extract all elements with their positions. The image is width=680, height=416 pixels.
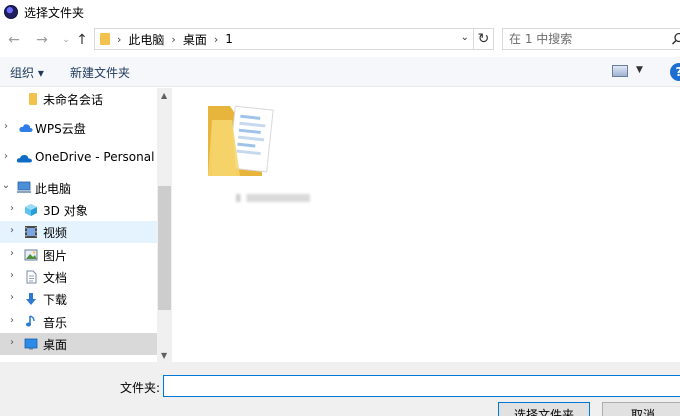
breadcrumb-folder-1[interactable]: 1 — [225, 32, 233, 46]
scroll-down-arrow-icon[interactable]: ▼ — [161, 351, 167, 360]
nav-item-unnamed-session[interactable]: 未命名会话 — [0, 88, 157, 110]
help-icon[interactable]: ? — [670, 63, 680, 81]
nav-item-label: OneDrive - Personal — [35, 150, 155, 164]
desktop-icon — [24, 338, 38, 350]
nav-item-label: 此电脑 — [35, 182, 72, 196]
address-row: ← → ⌄ ↑ › 此电脑 › 桌面 › 1 ⌄ ↻ — [0, 26, 680, 54]
onedrive-icon — [16, 154, 32, 163]
address-bar[interactable]: › 此电脑 › 桌面 › 1 ⌄ — [94, 28, 474, 50]
nav-item-music[interactable]: › 音乐 — [0, 311, 157, 333]
chevron-right-icon[interactable]: › — [7, 315, 17, 326]
nav-item-onedrive[interactable]: › OneDrive - Personal — [0, 147, 157, 169]
nav-item-label: 视频 — [43, 226, 68, 240]
forward-arrow-icon[interactable]: → — [32, 30, 52, 50]
folder-with-documents-icon — [208, 105, 274, 176]
nav-item-this-pc[interactable]: ⌄ 此电脑 — [0, 177, 157, 199]
chevron-right-icon[interactable]: › — [7, 248, 17, 259]
nav-item-documents[interactable]: › 文档 — [0, 266, 157, 288]
view-options-dropdown-icon[interactable]: ▼ — [636, 65, 643, 75]
nav-item-pictures[interactable]: › 图片 — [0, 244, 157, 266]
command-toolbar: 组织 ▾ 新建文件夹 ▼ ? — [0, 57, 680, 87]
download-icon — [26, 293, 36, 305]
search-icon[interactable] — [671, 32, 680, 46]
nav-scrollbar-thumb[interactable] — [158, 186, 171, 310]
chevron-right-icon[interactable]: › — [7, 292, 17, 303]
nav-item-label: 图片 — [43, 249, 68, 263]
dialog-footer: 文件夹: 选择文件夹 取消 — [0, 362, 680, 416]
view-options-icon[interactable] — [612, 65, 628, 77]
navigation-pane[interactable]: 未命名会话 › WPS云盘 › OneDrive - Personal ⌄ 此电… — [0, 88, 172, 362]
cube-icon — [25, 204, 37, 216]
chevron-down-icon[interactable]: ⌄ — [1, 180, 11, 191]
chevron-right-icon[interactable]: › — [7, 270, 17, 281]
window-title: 选择文件夹 — [24, 5, 85, 20]
nav-item-label: 文档 — [43, 271, 68, 285]
document-icon — [26, 270, 37, 284]
chevron-right-icon[interactable]: › — [214, 33, 218, 46]
folder-icon — [100, 33, 110, 45]
folder-icon — [29, 93, 37, 105]
chevron-right-icon[interactable]: › — [117, 33, 121, 46]
search-box[interactable] — [502, 28, 680, 50]
folder-item[interactable] — [202, 98, 310, 202]
folder-contents[interactable] — [172, 88, 680, 362]
nav-item-label: 未命名会话 — [43, 93, 104, 107]
nav-item-label: 下载 — [43, 293, 68, 307]
refresh-icon[interactable]: ↻ — [474, 28, 494, 50]
nav-item-wps-cloud[interactable]: › WPS云盘 — [0, 117, 157, 139]
select-folder-dialog: 选择文件夹 ← → ⌄ ↑ › 此电脑 › 桌面 › 1 ⌄ ↻ 组织 ▾ 新建… — [0, 0, 680, 416]
chevron-right-icon[interactable]: › — [7, 225, 17, 236]
chevron-right-icon[interactable]: › — [1, 151, 11, 162]
app-icon — [4, 5, 18, 19]
scroll-up-arrow-icon[interactable]: ▲ — [161, 91, 167, 100]
folder-field-label: 文件夹: — [120, 381, 161, 395]
nav-item-label: 音乐 — [43, 316, 68, 330]
video-icon — [25, 226, 37, 238]
chevron-right-icon[interactable]: › — [7, 203, 17, 214]
folder-name-input[interactable] — [163, 375, 680, 397]
up-arrow-icon[interactable]: ↑ — [72, 30, 92, 50]
computer-icon — [17, 181, 31, 193]
organize-menu-button[interactable]: 组织 ▾ — [10, 64, 44, 81]
folder-name-blurred — [236, 194, 310, 202]
nav-item-label: 3D 对象 — [43, 204, 88, 218]
chevron-right-icon[interactable]: › — [7, 337, 17, 348]
chevron-right-icon[interactable]: › — [1, 121, 11, 132]
nav-item-3d-objects[interactable]: › 3D 对象 — [0, 199, 157, 221]
nav-item-videos[interactable]: › 视频 — [0, 221, 157, 243]
back-arrow-icon[interactable]: ← — [4, 30, 24, 50]
chevron-down-icon[interactable]: ⌄ — [461, 32, 469, 43]
nav-item-desktop[interactable]: › 桌面 — [0, 333, 157, 355]
breadcrumb-desktop[interactable]: 桌面 — [183, 31, 207, 48]
nav-item-label: 桌面 — [43, 338, 68, 352]
new-folder-button[interactable]: 新建文件夹 — [70, 64, 130, 81]
music-icon — [26, 315, 35, 327]
cancel-button[interactable]: 取消 — [602, 402, 680, 416]
search-input[interactable] — [503, 32, 663, 46]
cloud-icon — [19, 124, 33, 132]
breadcrumb-this-pc[interactable]: 此电脑 — [128, 31, 164, 48]
select-folder-button[interactable]: 选择文件夹 — [498, 402, 590, 416]
nav-item-label: WPS云盘 — [35, 122, 86, 136]
picture-icon — [24, 249, 38, 261]
chevron-right-icon[interactable]: › — [171, 33, 175, 46]
title-bar: 选择文件夹 — [0, 0, 680, 24]
nav-item-downloads[interactable]: › 下载 — [0, 288, 157, 310]
